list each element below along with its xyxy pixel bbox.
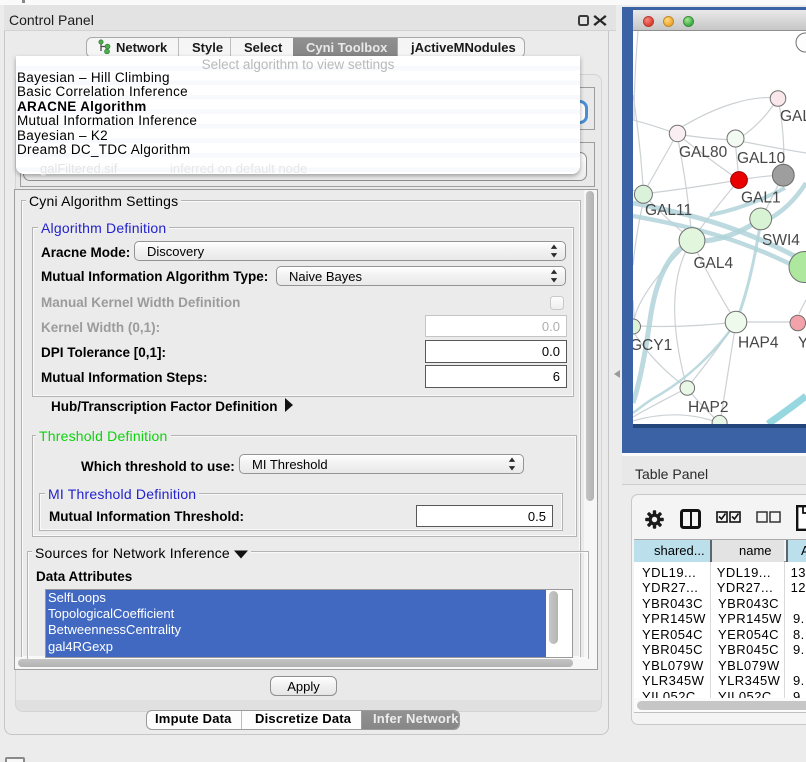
svg-text:GAL80: GAL80 bbox=[679, 144, 728, 161]
svg-text:Y: Y bbox=[798, 335, 806, 352]
svg-text:GCY1: GCY1 bbox=[633, 337, 672, 354]
svg-text:GAL11: GAL11 bbox=[645, 202, 692, 219]
svg-text:GAL10: GAL10 bbox=[737, 150, 786, 167]
svg-text:HAP4: HAP4 bbox=[738, 335, 779, 352]
svg-text:GAL4: GAL4 bbox=[694, 255, 734, 272]
svg-text:SWI4: SWI4 bbox=[762, 232, 800, 249]
svg-text:HAP2: HAP2 bbox=[688, 399, 729, 416]
svg-text:GAL1: GAL1 bbox=[741, 190, 781, 207]
svg-text:GAL: GAL bbox=[780, 108, 806, 125]
